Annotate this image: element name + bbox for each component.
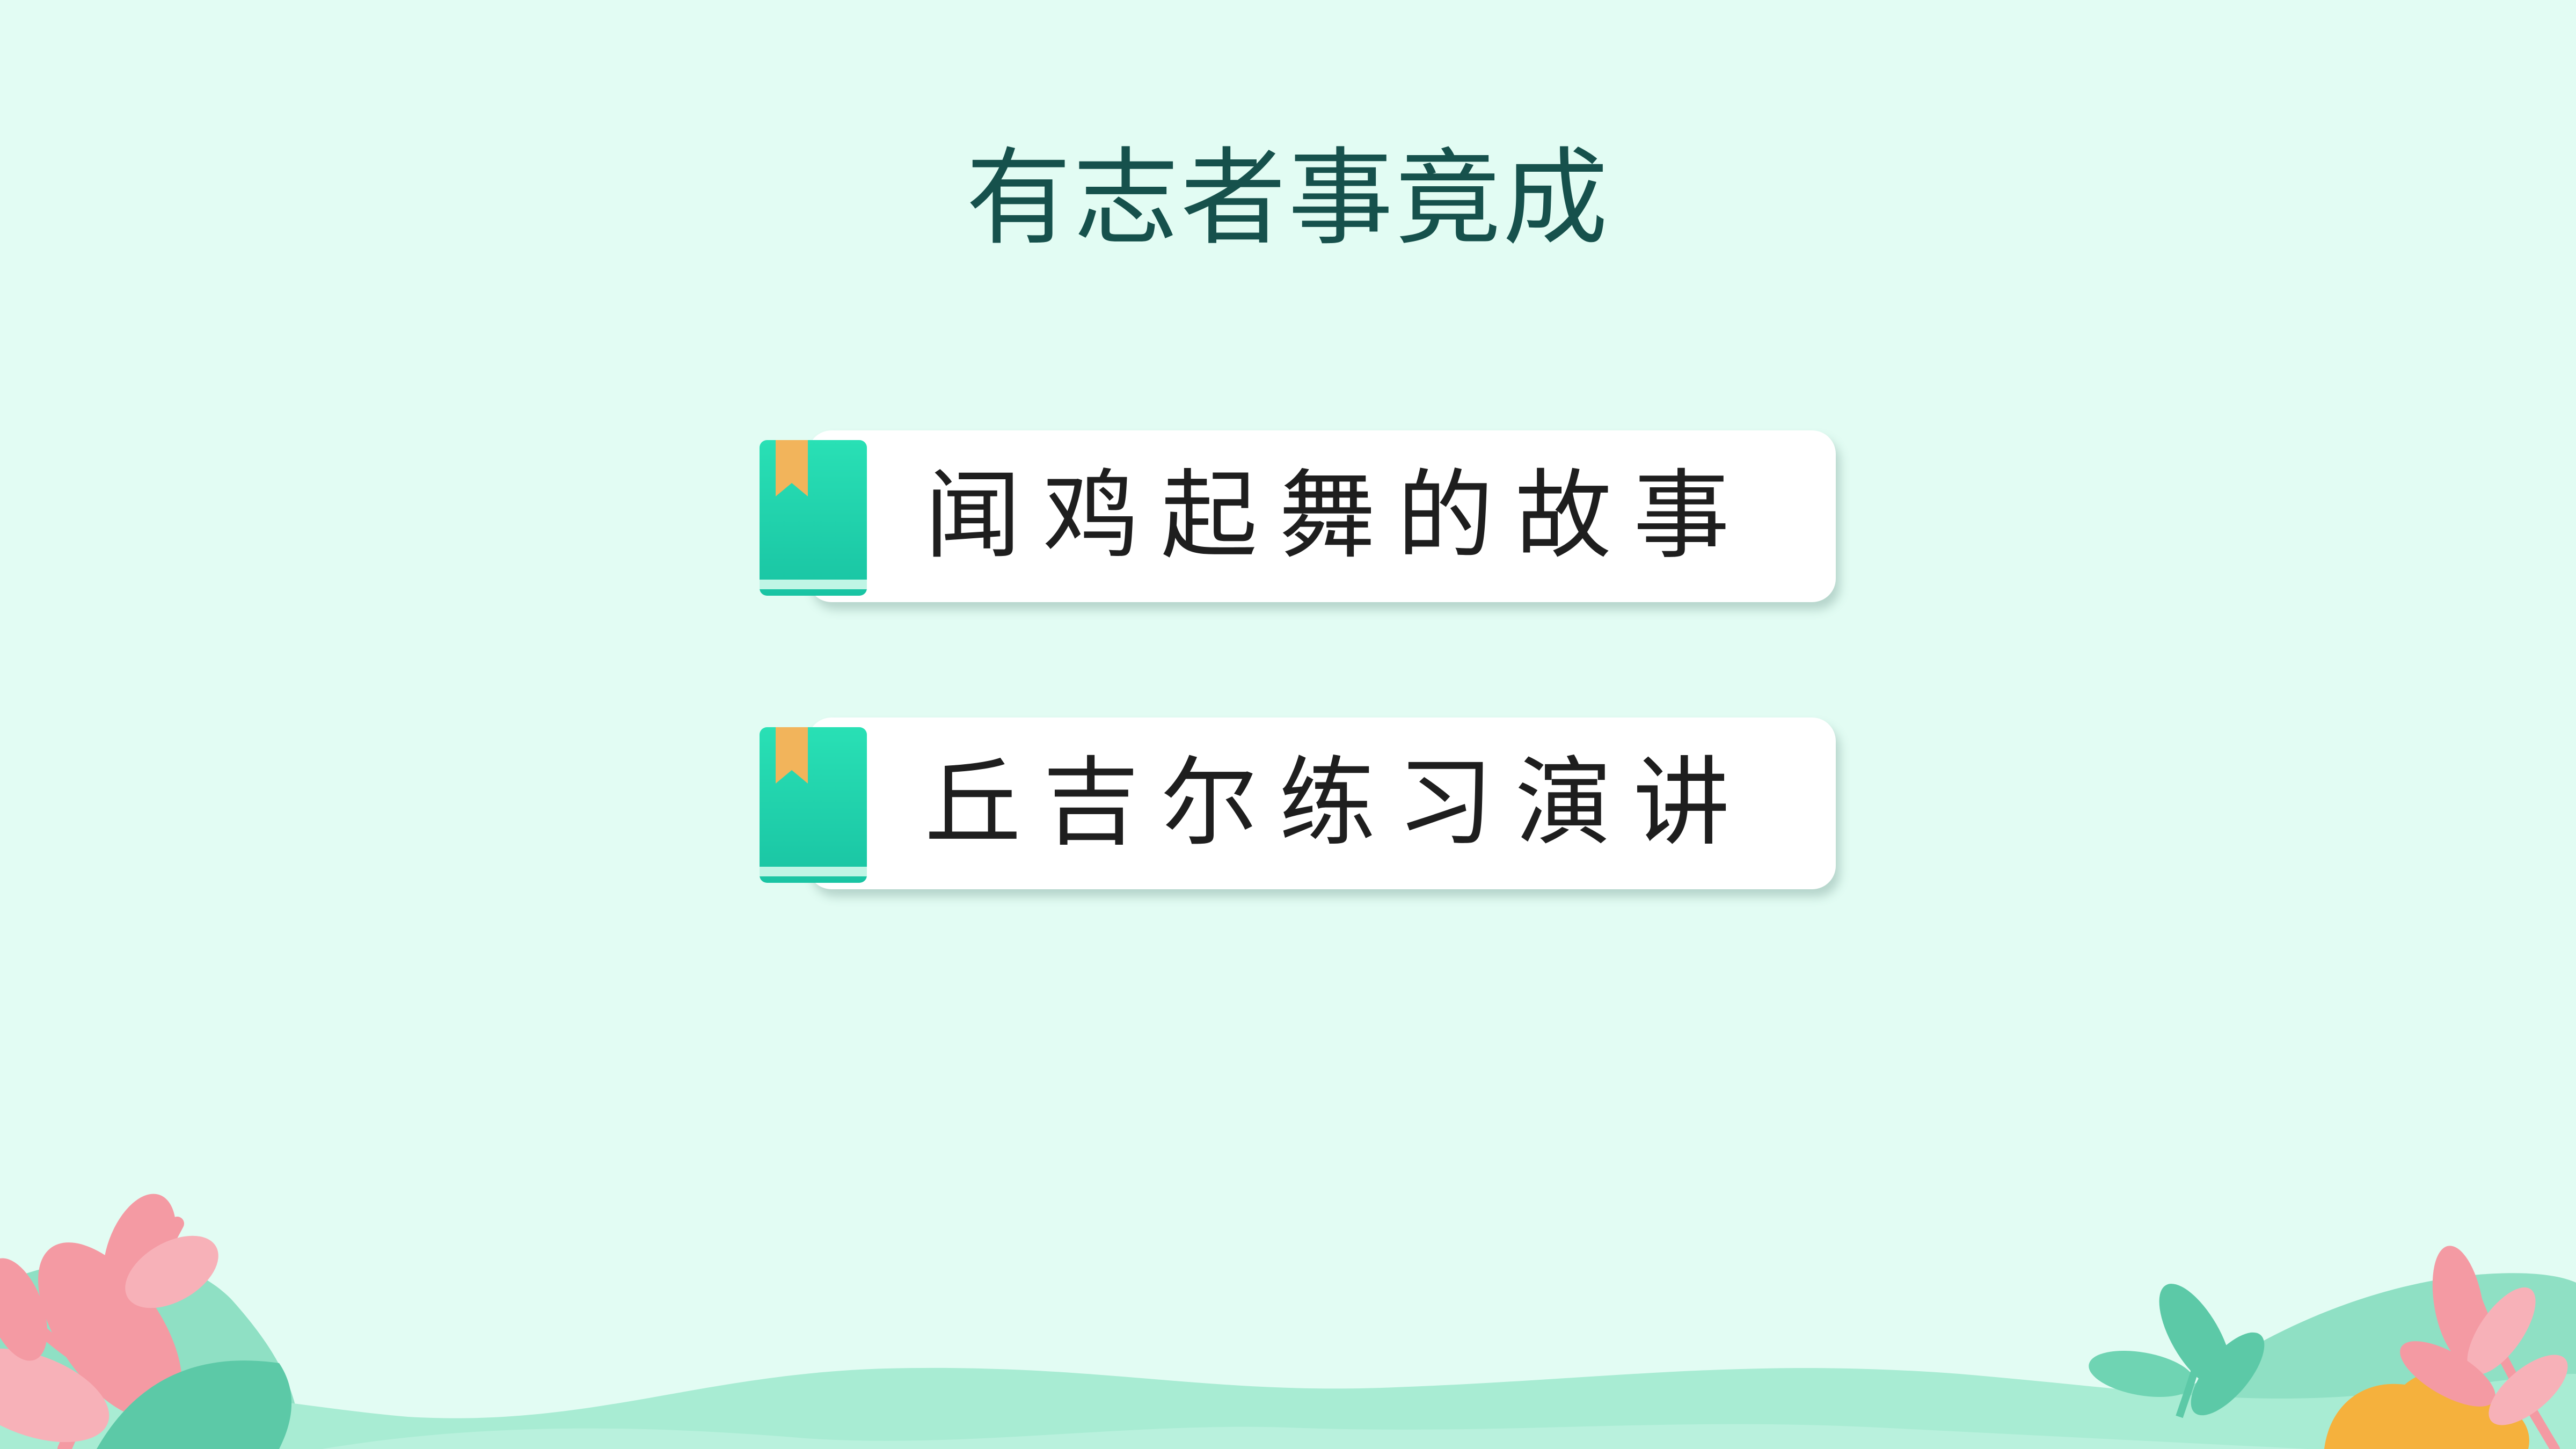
front-hills-highlight <box>322 1424 2308 1449</box>
green-leaf-branch-right <box>2089 1284 2265 1418</box>
back-hill-right <box>2120 1273 2576 1449</box>
item-label: 丘吉尔练习演讲 <box>924 747 1752 859</box>
pink-leaf-branch-left <box>0 1194 218 1449</box>
item-label: 闻鸡起舞的故事 <box>924 460 1752 572</box>
list-item[interactable]: 闻鸡起舞的故事 <box>749 424 1841 617</box>
front-hills <box>0 1367 2576 1449</box>
page-title: 有志者事竟成 <box>966 137 1610 260</box>
back-hill-left <box>0 1258 301 1449</box>
list-item[interactable]: 丘吉尔练习演讲 <box>749 711 1841 904</box>
green-leaf-left <box>97 1360 292 1449</box>
orange-flower-right <box>2324 1369 2529 1449</box>
pink-leaf-branch-right <box>2400 1246 2568 1449</box>
